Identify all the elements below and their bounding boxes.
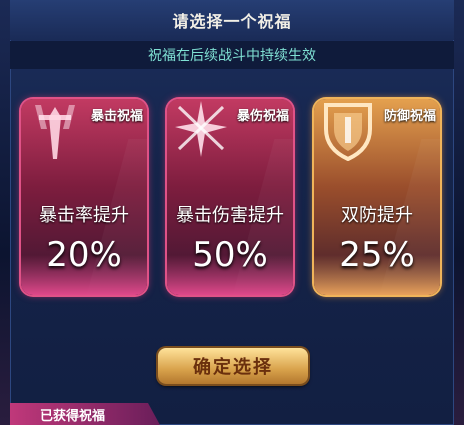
- card-tag: 暴击祝福: [90, 109, 143, 124]
- card-value: 50%: [192, 235, 268, 275]
- card-value: 20%: [46, 235, 122, 275]
- blessing-card-crit-damage[interactable]: 暴伤祝福 暴击伤害提升 50%: [167, 99, 293, 295]
- background-edge-right: [454, 0, 464, 425]
- dialog-subtitle: 祝福在后续战斗中持续生效: [10, 41, 454, 69]
- card-value: 25%: [339, 235, 415, 275]
- confirm-button[interactable]: 确定选择: [158, 348, 308, 384]
- card-name: 暴击率提升: [39, 205, 129, 226]
- card-tag: 防御祝福: [383, 109, 436, 124]
- blessing-dialog: 请选择一个祝福 祝福在后续战斗中持续生效 暴击祝福 暴击率提升 20% 暴伤祝福…: [10, 0, 454, 425]
- background-edge-left: [0, 0, 10, 425]
- sword-icon: [35, 105, 75, 159]
- dialog-title: 请选择一个祝福: [10, 0, 454, 40]
- card-name: 双防提升: [341, 205, 413, 226]
- blessing-card-crit-rate[interactable]: 暴击祝福 暴击率提升 20%: [21, 99, 147, 295]
- card-name: 暴击伤害提升: [176, 205, 284, 226]
- blessing-card-defense[interactable]: 防御祝福 双防提升 25%: [314, 99, 440, 295]
- star-burst-icon: [175, 101, 227, 157]
- shield-icon: [324, 103, 372, 161]
- card-tag: 暴伤祝福: [236, 109, 289, 124]
- obtained-blessings-tab[interactable]: 已获得祝福: [10, 403, 160, 425]
